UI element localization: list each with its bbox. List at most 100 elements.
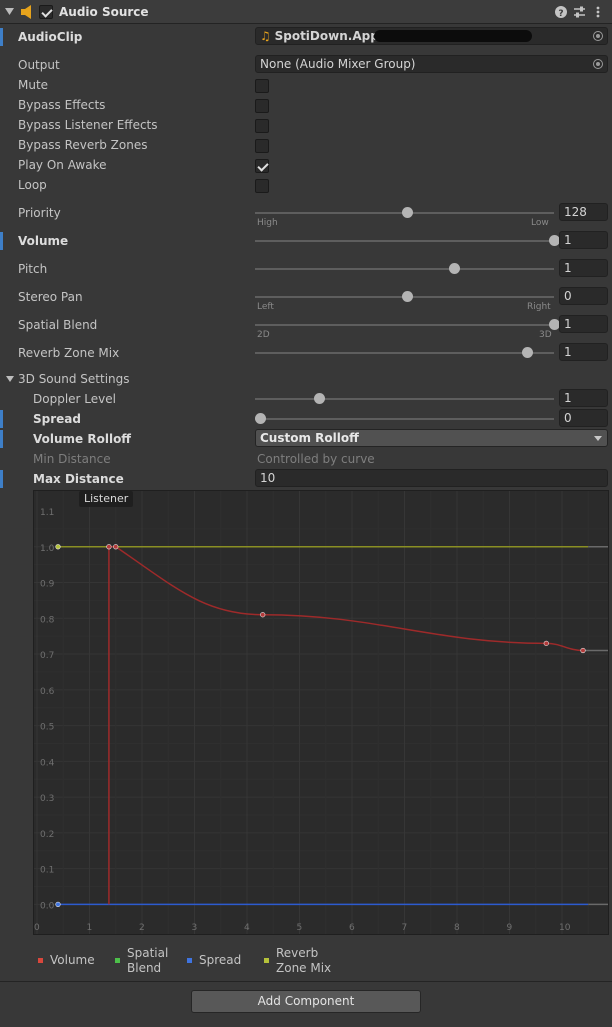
toggle-checkbox[interactable]	[255, 179, 269, 193]
music-note-icon: ♫	[260, 29, 271, 43]
spatial-blend-value-field[interactable]: 1	[559, 315, 608, 333]
spatial-blend-3d-label: 3D	[539, 330, 552, 340]
y-tick-label: 0.4	[40, 758, 55, 768]
volume-curve-key	[543, 640, 549, 646]
doppler-value-field[interactable]: 1	[559, 389, 608, 407]
toggle-checkbox[interactable]	[255, 79, 269, 93]
toggle-checkbox[interactable]	[255, 139, 269, 153]
x-tick-label: 5	[297, 923, 303, 933]
x-tick-label: 6	[349, 923, 355, 933]
y-tick-label: 0.8	[40, 615, 55, 625]
y-tick-label: 1.0	[40, 544, 55, 554]
volume-curve-key	[580, 647, 586, 654]
x-tick-label: 1	[87, 923, 93, 933]
priority-low-label: Low	[531, 218, 549, 228]
preset-icon[interactable]	[573, 6, 586, 18]
y-tick-label: 0.6	[40, 687, 55, 697]
reverb-zone-mix-slider-knob[interactable]	[522, 347, 534, 358]
spatial-blend-label: Spatial Blend	[18, 318, 98, 332]
toggle-checkbox[interactable]	[255, 99, 269, 113]
y-tick-label: 0.1	[40, 866, 54, 876]
toggle-label: Bypass Reverb Zones	[18, 138, 148, 152]
add-component-button[interactable]: Add Component	[191, 990, 421, 1013]
doppler-slider-track[interactable]	[255, 398, 554, 400]
pitch-value-field[interactable]: 1	[559, 259, 608, 277]
y-tick-label: 0.9	[40, 580, 55, 590]
audio-source-icon	[21, 5, 31, 19]
pitch-slider-track[interactable]	[255, 268, 554, 270]
component-title: Audio Source	[59, 5, 149, 19]
audioclip-field[interactable]: ♫ SpotiDown.App -	[255, 27, 608, 45]
x-tick-label: 10	[559, 923, 571, 933]
toggle-label: Mute	[18, 78, 49, 92]
legend-label: Spatial Blend	[127, 946, 169, 975]
divider	[0, 981, 612, 982]
stereo-pan-value-field[interactable]: 0	[559, 287, 608, 305]
y-tick-label: 0.0	[40, 901, 55, 911]
stereo-pan-right-label: Right	[527, 302, 551, 312]
volume-label: Volume	[18, 234, 69, 248]
legend-label: Volume	[50, 953, 95, 967]
spread-slider-knob[interactable]	[255, 413, 266, 424]
toggle-checkbox[interactable]	[255, 159, 269, 173]
y-tick-label: 0.5	[40, 723, 54, 733]
doppler-level-label: Doppler Level	[33, 392, 116, 406]
y-tick-label: 0.7	[40, 651, 54, 661]
legend-swatch	[187, 958, 192, 963]
output-value: None (Audio Mixer Group)	[260, 57, 416, 71]
doppler-slider-knob[interactable]	[313, 393, 325, 404]
redaction-mark	[374, 30, 532, 42]
x-tick-label: 7	[402, 923, 408, 933]
priority-value-field[interactable]: 128	[559, 203, 608, 221]
volume-curve-key	[106, 544, 112, 550]
volume-slider-track[interactable]	[255, 240, 554, 242]
y-tick-label: 0.3	[40, 794, 54, 804]
priority-label: Priority	[18, 206, 61, 220]
object-picker-icon[interactable]	[593, 59, 603, 69]
context-menu-icon[interactable]	[596, 6, 600, 18]
x-tick-label: 8	[454, 923, 460, 933]
volume-rolloff-label: Volume Rolloff	[33, 432, 132, 446]
help-icon[interactable]: ?	[555, 6, 567, 18]
output-label: Output	[18, 58, 60, 72]
rolloff-curve-canvas[interactable]: 1.1 1.0 0.9 0.8 0.7 0.6 0.5 0.4 0.3 0.2 0.1 0.0 0 1 2 3…	[34, 491, 609, 935]
component-enabled-checkbox[interactable]	[39, 5, 53, 19]
toggle-checkbox[interactable]	[255, 119, 269, 133]
dropdown-caret-icon	[594, 436, 602, 441]
sound-3d-foldout[interactable]: 3D Sound Settings	[18, 372, 130, 386]
volume-curve-key	[113, 544, 119, 550]
x-tick-label: 4	[244, 923, 250, 933]
component-header: Audio Source ?	[0, 0, 612, 24]
volume-value-field[interactable]: 1	[559, 231, 608, 249]
legend-swatch	[264, 958, 269, 963]
legend-swatch	[38, 958, 43, 963]
foldout-arrow-icon[interactable]	[5, 8, 14, 16]
max-distance-label: Max Distance	[33, 472, 124, 486]
x-tick-label: 2	[139, 923, 145, 933]
x-tick-label: 3	[192, 923, 198, 933]
priority-slider-knob[interactable]	[402, 207, 413, 218]
min-distance-value: Controlled by curve	[257, 452, 375, 466]
max-distance-field[interactable]: 10	[255, 469, 608, 487]
reverb-zone-mix-slider-track[interactable]	[255, 352, 554, 354]
pitch-slider-knob[interactable]	[449, 263, 461, 274]
spatial-blend-slider-track[interactable]	[255, 324, 554, 326]
priority-high-label: High	[257, 218, 278, 228]
foldout-arrow-icon[interactable]	[6, 376, 14, 383]
rolloff-curve-editor[interactable]: 1.1 1.0 0.9 0.8 0.7 0.6 0.5 0.4 0.3 0.2 0.1 0.0 0 1 2 3…	[33, 490, 609, 935]
output-field[interactable]: None (Audio Mixer Group)	[255, 55, 608, 73]
y-tick-label: 0.2	[40, 830, 54, 840]
object-picker-icon[interactable]	[593, 31, 603, 41]
stereo-pan-slider-knob[interactable]	[402, 291, 413, 302]
reverb-zone-mix-value-field[interactable]: 1	[559, 343, 608, 361]
volume-rolloff-dropdown[interactable]: Custom Rolloff	[255, 429, 608, 447]
volume-rolloff-value: Custom Rolloff	[260, 431, 359, 445]
audioclip-label: AudioClip	[18, 30, 83, 44]
min-distance-label: Min Distance	[33, 452, 111, 466]
spread-slider-track[interactable]	[255, 418, 554, 420]
modified-marker	[0, 430, 3, 448]
spread-value-field[interactable]: 0	[559, 409, 608, 427]
modified-marker	[0, 410, 3, 428]
audioclip-value: SpotiDown.App -	[274, 29, 388, 43]
modified-marker	[0, 28, 3, 46]
